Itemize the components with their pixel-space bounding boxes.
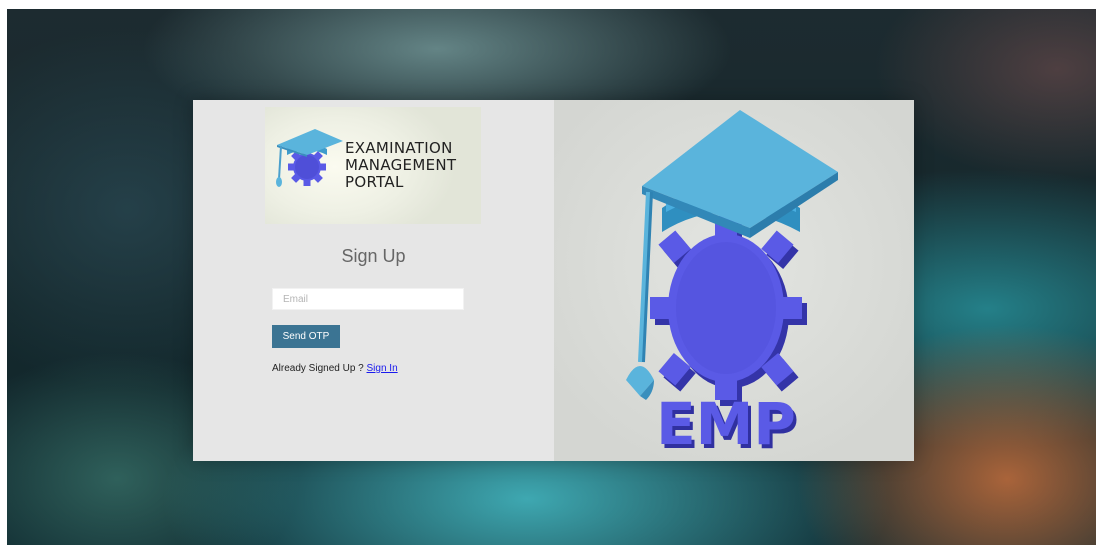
portal-logo: EXAMINATION MANAGEMENT PORTAL — [265, 107, 481, 224]
portal-name-line-3: PORTAL — [345, 173, 404, 191]
signin-prompt: Already Signed Up ? Sign In — [272, 363, 398, 374]
gear-icon — [650, 216, 807, 406]
background: EXAMINATION MANAGEMENT PORTAL Sign Up Se… — [7, 9, 1096, 545]
signup-title: Sign Up — [341, 246, 406, 266]
portal-name-line-2: MANAGEMENT — [345, 156, 457, 174]
portal-name-line-1: EXAMINATION — [345, 139, 453, 157]
illustration-panel: EMP EMP — [554, 100, 914, 461]
svg-text:EMP: EMP — [656, 390, 796, 458]
portal-name: EXAMINATION MANAGEMENT PORTAL — [345, 140, 456, 191]
email-input[interactable] — [272, 288, 464, 310]
sign-in-link[interactable]: Sign In — [367, 363, 398, 374]
signup-card: EXAMINATION MANAGEMENT PORTAL Sign Up Se… — [193, 100, 914, 461]
graduation-cap-gear-icon — [276, 129, 343, 187]
signup-panel: EXAMINATION MANAGEMENT PORTAL Sign Up Se… — [193, 100, 554, 461]
emp-illustration: EMP EMP — [554, 100, 914, 461]
emp-logo-text: EMP EMP — [656, 390, 799, 461]
already-signed-up-text: Already Signed Up ? — [272, 363, 367, 374]
send-otp-button[interactable]: Send OTP — [272, 325, 340, 348]
